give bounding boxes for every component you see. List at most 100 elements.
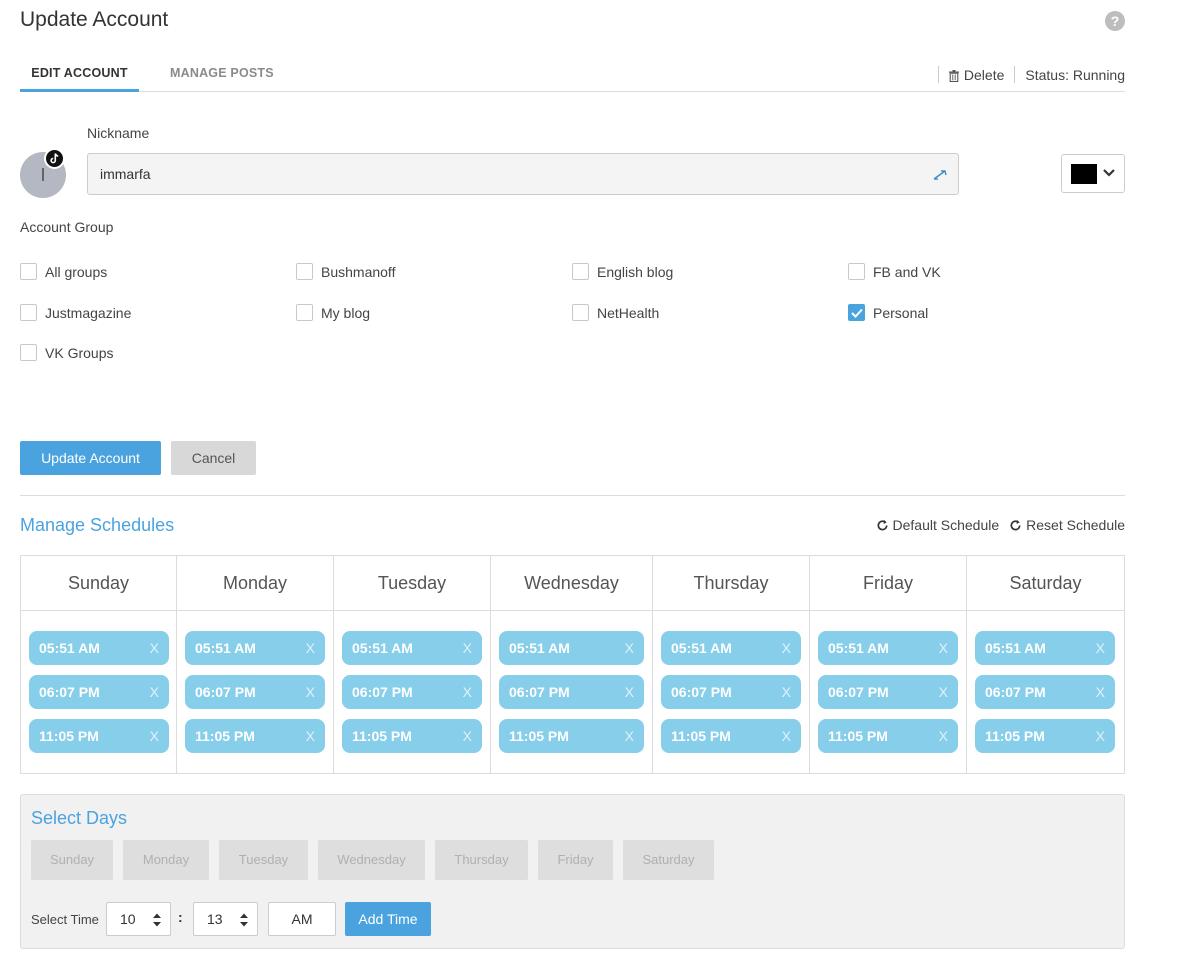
group-checkbox-vk-groups[interactable]: VK Groups [20, 344, 113, 361]
time-slot-label: 11:05 PM [195, 728, 255, 744]
group-checkbox-all-groups[interactable]: All groups [20, 263, 107, 280]
day-toggle-monday[interactable]: Monday [123, 840, 209, 880]
time-slot-label: 11:05 PM [671, 728, 731, 744]
update-account-button[interactable]: Update Account [20, 441, 161, 475]
tab-manage-posts[interactable]: MANAGE POSTS [170, 66, 274, 80]
refresh-icon [877, 519, 888, 530]
checkbox[interactable] [572, 304, 589, 321]
remove-slot-button[interactable]: X [150, 631, 159, 665]
time-slot-label: 05:51 AM [671, 640, 732, 656]
checkbox-label: VK Groups [45, 344, 114, 361]
checkbox-label: Justmagazine [45, 304, 132, 321]
divider [1014, 66, 1016, 83]
remove-slot-button[interactable]: X [1096, 675, 1105, 709]
day-header: Tuesday [334, 556, 490, 611]
checkbox-label: Personal [873, 304, 929, 321]
group-checkbox-justmagazine[interactable]: Justmagazine [20, 304, 131, 321]
day-toggle-friday[interactable]: Friday [538, 840, 613, 880]
day-header: Saturday [967, 556, 1124, 611]
day-toggle-sunday[interactable]: Sunday [31, 840, 113, 880]
hour-value: 10 [120, 911, 136, 927]
time-slot-label: 11:05 PM [39, 728, 99, 744]
remove-slot-button[interactable]: X [150, 719, 159, 753]
stepper-arrows-icon[interactable] [239, 912, 249, 928]
time-slot: 05:51 AM X [818, 631, 958, 665]
nickname-input[interactable]: immarfa [87, 153, 959, 195]
group-checkbox-nethealth[interactable]: NetHealth [572, 304, 659, 321]
time-slot: 06:07 PM X [818, 675, 958, 709]
day-header: Wednesday [491, 556, 652, 611]
ampm-select[interactable]: AM [268, 902, 336, 936]
remove-slot-button[interactable]: X [463, 719, 472, 753]
add-time-button[interactable]: Add Time [345, 902, 431, 936]
select-days-panel: Select Days Sunday Monday Tuesday Wednes… [20, 794, 1125, 949]
nickname-value: immarfa [100, 166, 151, 182]
tab-edit-account[interactable]: EDIT ACCOUNT [20, 66, 139, 92]
remove-slot-button[interactable]: X [306, 631, 315, 665]
checkbox-label: Bushmanoff [321, 263, 396, 280]
checkbox[interactable] [296, 263, 313, 280]
checkbox[interactable] [20, 344, 37, 361]
day-toggle-wednesday[interactable]: Wednesday [318, 840, 425, 880]
cancel-button[interactable]: Cancel [171, 441, 256, 475]
help-icon[interactable]: ? [1105, 11, 1125, 31]
remove-slot-button[interactable]: X [782, 719, 791, 753]
minute-stepper[interactable]: 13 [193, 902, 258, 936]
day-toggle-saturday[interactable]: Saturday [623, 840, 714, 880]
remove-slot-button[interactable]: X [625, 675, 634, 709]
time-slot: 06:07 PM X [661, 675, 801, 709]
group-checkbox-my-blog[interactable]: My blog [296, 304, 370, 321]
group-checkbox-personal[interactable]: Personal [848, 304, 928, 321]
remove-slot-button[interactable]: X [782, 675, 791, 709]
remove-slot-button[interactable]: X [150, 675, 159, 709]
color-picker[interactable] [1061, 154, 1125, 193]
checkbox[interactable] [572, 263, 589, 280]
time-slot-label: 06:07 PM [352, 684, 413, 700]
time-slot: 05:51 AM X [499, 631, 644, 665]
remove-slot-button[interactable]: X [306, 675, 315, 709]
remove-slot-button[interactable]: X [306, 719, 315, 753]
tab-bar: EDIT ACCOUNT MANAGE POSTS Delete Status:… [20, 54, 1125, 92]
remove-slot-button[interactable]: X [939, 675, 948, 709]
remove-slot-button[interactable]: X [939, 719, 948, 753]
remove-slot-button[interactable]: X [782, 631, 791, 665]
day-toggle-tuesday[interactable]: Tuesday [219, 840, 308, 880]
checkbox[interactable] [848, 263, 865, 280]
checkbox[interactable] [296, 304, 313, 321]
time-slot-label: 05:51 AM [509, 640, 570, 656]
default-schedule-button[interactable]: Default Schedule [876, 517, 999, 533]
time-slot-label: 06:07 PM [985, 684, 1046, 700]
checkbox[interactable] [20, 263, 37, 280]
delete-button[interactable]: Delete [948, 67, 1004, 83]
remove-slot-button[interactable]: X [625, 631, 634, 665]
group-checkbox-english-blog[interactable]: English blog [572, 263, 673, 280]
remove-slot-button[interactable]: X [1096, 719, 1105, 753]
remove-slot-button[interactable]: X [463, 631, 472, 665]
remove-slot-button[interactable]: X [625, 719, 634, 753]
time-slot-label: 11:05 PM [985, 728, 1045, 744]
stepper-arrows-icon[interactable] [152, 912, 162, 928]
checkbox-label: All groups [45, 263, 108, 280]
hour-stepper[interactable]: 10 [106, 902, 171, 936]
remove-slot-button[interactable]: X [463, 675, 472, 709]
checkbox[interactable] [20, 304, 37, 321]
time-slot: 05:51 AM X [342, 631, 482, 665]
edit-pen-icon[interactable] [932, 165, 950, 183]
day-column-friday: Friday 05:51 AM X 06:07 PM X 11:05 PM X [810, 556, 967, 773]
group-checkbox-bushmanoff[interactable]: Bushmanoff [296, 263, 395, 280]
refresh-icon [1010, 519, 1021, 530]
time-slot: 11:05 PM X [29, 719, 169, 753]
day-header: Friday [810, 556, 966, 611]
reset-schedule-button[interactable]: Reset Schedule [1009, 517, 1125, 533]
remove-slot-button[interactable]: X [939, 631, 948, 665]
day-toggle-thursday[interactable]: Thursday [435, 840, 528, 880]
header-actions: Delete Status: Running [928, 66, 1125, 83]
group-checkbox-fb-and-vk[interactable]: FB and VK [848, 263, 941, 280]
remove-slot-button[interactable]: X [1096, 631, 1105, 665]
day-header: Monday [177, 556, 333, 611]
select-time-label: Select Time [31, 912, 99, 927]
time-slot: 11:05 PM X [661, 719, 801, 753]
check-icon [851, 308, 863, 318]
checkbox-checked[interactable] [848, 304, 865, 321]
time-slot: 06:07 PM X [29, 675, 169, 709]
